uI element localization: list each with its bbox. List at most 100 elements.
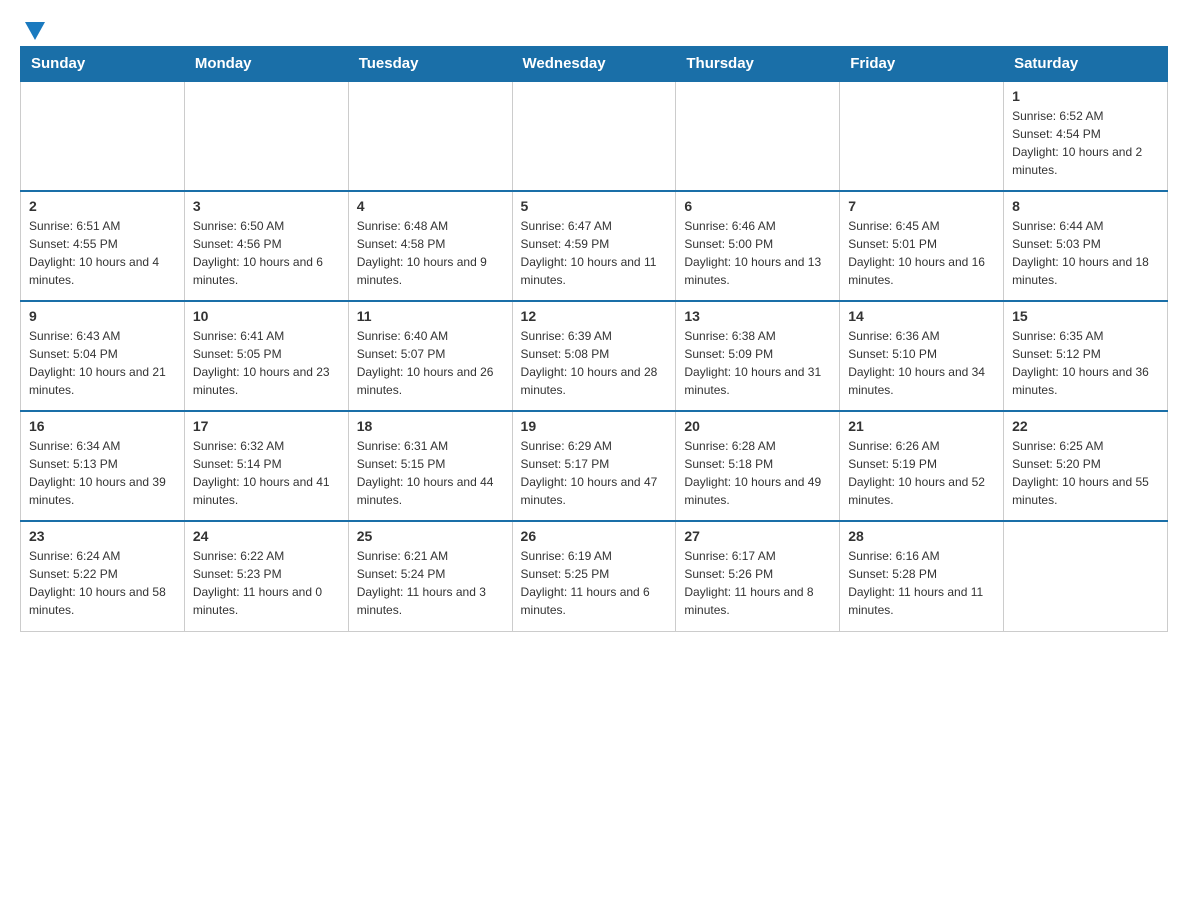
day-number: 8 — [1012, 198, 1159, 214]
day-number: 2 — [29, 198, 176, 214]
day-info: Sunrise: 6:19 AMSunset: 5:25 PMDaylight:… — [521, 547, 668, 619]
calendar-cell: 8 Sunrise: 6:44 AMSunset: 5:03 PMDaylight… — [1004, 191, 1168, 301]
calendar-cell: 22 Sunrise: 6:25 AMSunset: 5:20 PMDayligh… — [1004, 411, 1168, 521]
day-info: Sunrise: 6:32 AMSunset: 5:14 PMDaylight:… — [193, 437, 340, 509]
day-info: Sunrise: 6:26 AMSunset: 5:19 PMDaylight:… — [848, 437, 995, 509]
calendar-cell: 26 Sunrise: 6:19 AMSunset: 5:25 PMDayligh… — [512, 521, 676, 631]
calendar-cell: 23 Sunrise: 6:24 AMSunset: 5:22 PMDayligh… — [21, 521, 185, 631]
calendar-cell: 2 Sunrise: 6:51 AMSunset: 4:55 PMDaylight… — [21, 191, 185, 301]
calendar-cell — [512, 81, 676, 191]
calendar-table: SundayMondayTuesdayWednesdayThursdayFrid… — [20, 46, 1168, 632]
calendar-cell — [1004, 521, 1168, 631]
day-number: 15 — [1012, 308, 1159, 324]
calendar-cell: 25 Sunrise: 6:21 AMSunset: 5:24 PMDayligh… — [348, 521, 512, 631]
day-info: Sunrise: 6:47 AMSunset: 4:59 PMDaylight:… — [521, 217, 668, 289]
calendar-cell: 19 Sunrise: 6:29 AMSunset: 5:17 PMDayligh… — [512, 411, 676, 521]
calendar-cell: 20 Sunrise: 6:28 AMSunset: 5:18 PMDayligh… — [676, 411, 840, 521]
calendar-cell: 6 Sunrise: 6:46 AMSunset: 5:00 PMDaylight… — [676, 191, 840, 301]
day-info: Sunrise: 6:29 AMSunset: 5:17 PMDaylight:… — [521, 437, 668, 509]
day-number: 18 — [357, 418, 504, 434]
day-info: Sunrise: 6:24 AMSunset: 5:22 PMDaylight:… — [29, 547, 176, 619]
day-number: 20 — [684, 418, 831, 434]
calendar-cell: 11 Sunrise: 6:40 AMSunset: 5:07 PMDayligh… — [348, 301, 512, 411]
day-info: Sunrise: 6:17 AMSunset: 5:26 PMDaylight:… — [684, 547, 831, 619]
weekday-header-thursday: Thursday — [676, 47, 840, 82]
calendar-cell: 15 Sunrise: 6:35 AMSunset: 5:12 PMDayligh… — [1004, 301, 1168, 411]
calendar-cell: 18 Sunrise: 6:31 AMSunset: 5:15 PMDayligh… — [348, 411, 512, 521]
calendar-cell: 24 Sunrise: 6:22 AMSunset: 5:23 PMDayligh… — [184, 521, 348, 631]
day-info: Sunrise: 6:36 AMSunset: 5:10 PMDaylight:… — [848, 327, 995, 399]
weekday-header-tuesday: Tuesday — [348, 47, 512, 82]
calendar-cell — [21, 81, 185, 191]
day-info: Sunrise: 6:21 AMSunset: 5:24 PMDaylight:… — [357, 547, 504, 619]
day-info: Sunrise: 6:22 AMSunset: 5:23 PMDaylight:… — [193, 547, 340, 619]
day-info: Sunrise: 6:52 AMSunset: 4:54 PMDaylight:… — [1012, 107, 1159, 179]
weekday-header-saturday: Saturday — [1004, 47, 1168, 82]
day-number: 24 — [193, 528, 340, 544]
day-info: Sunrise: 6:44 AMSunset: 5:03 PMDaylight:… — [1012, 217, 1159, 289]
calendar-cell: 5Sunrise: 6:47 AMSunset: 4:59 PMDaylight… — [512, 191, 676, 301]
day-number: 11 — [357, 308, 504, 324]
day-info: Sunrise: 6:31 AMSunset: 5:15 PMDaylight:… — [357, 437, 504, 509]
day-number: 6 — [684, 198, 831, 214]
weekday-header-row: SundayMondayTuesdayWednesdayThursdayFrid… — [21, 47, 1168, 82]
day-info: Sunrise: 6:25 AMSunset: 5:20 PMDaylight:… — [1012, 437, 1159, 509]
calendar-cell: 3 Sunrise: 6:50 AMSunset: 4:56 PMDaylight… — [184, 191, 348, 301]
calendar-cell: 9Sunrise: 6:43 AMSunset: 5:04 PMDaylight… — [21, 301, 185, 411]
day-info: Sunrise: 6:50 AMSunset: 4:56 PMDaylight:… — [193, 217, 340, 289]
day-number: 13 — [684, 308, 831, 324]
logo-triangle-icon — [21, 16, 49, 44]
calendar-cell: 12 Sunrise: 6:39 AMSunset: 5:08 PMDayligh… — [512, 301, 676, 411]
day-info: Sunrise: 6:46 AMSunset: 5:00 PMDaylight:… — [684, 217, 831, 289]
day-info: Sunrise: 6:41 AMSunset: 5:05 PMDaylight:… — [193, 327, 340, 399]
day-number: 17 — [193, 418, 340, 434]
day-info: Sunrise: 6:35 AMSunset: 5:12 PMDaylight:… — [1012, 327, 1159, 399]
day-info: Sunrise: 6:28 AMSunset: 5:18 PMDaylight:… — [684, 437, 831, 509]
day-info: Sunrise: 6:34 AMSunset: 5:13 PMDaylight:… — [29, 437, 176, 509]
calendar-cell: 1 Sunrise: 6:52 AMSunset: 4:54 PMDaylight… — [1004, 81, 1168, 191]
day-number: 22 — [1012, 418, 1159, 434]
calendar-cell — [348, 81, 512, 191]
day-number: 28 — [848, 528, 995, 544]
day-info: Sunrise: 6:51 AMSunset: 4:55 PMDaylight:… — [29, 217, 176, 289]
calendar-cell: 28 Sunrise: 6:16 AMSunset: 5:28 PMDayligh… — [840, 521, 1004, 631]
day-info: Sunrise: 6:39 AMSunset: 5:08 PMDaylight:… — [521, 327, 668, 399]
day-info: Sunrise: 6:16 AMSunset: 5:28 PMDaylight:… — [848, 547, 995, 619]
day-number: 3 — [193, 198, 340, 214]
calendar-cell — [676, 81, 840, 191]
calendar-week-row: 9Sunrise: 6:43 AMSunset: 5:04 PMDaylight… — [21, 301, 1168, 411]
day-number: 1 — [1012, 88, 1159, 104]
calendar-cell: 13 Sunrise: 6:38 AMSunset: 5:09 PMDayligh… — [676, 301, 840, 411]
calendar-cell: 14 Sunrise: 6:36 AMSunset: 5:10 PMDayligh… — [840, 301, 1004, 411]
day-number: 25 — [357, 528, 504, 544]
calendar-cell: 10 Sunrise: 6:41 AMSunset: 5:05 PMDayligh… — [184, 301, 348, 411]
calendar-cell: 17 Sunrise: 6:32 AMSunset: 5:14 PMDayligh… — [184, 411, 348, 521]
day-number: 12 — [521, 308, 668, 324]
day-number: 10 — [193, 308, 340, 324]
day-info: Sunrise: 6:48 AMSunset: 4:58 PMDaylight:… — [357, 217, 504, 289]
day-number: 16 — [29, 418, 176, 434]
weekday-header-sunday: Sunday — [21, 47, 185, 82]
day-number: 9 — [29, 308, 176, 324]
day-number: 27 — [684, 528, 831, 544]
calendar-cell: 7 Sunrise: 6:45 AMSunset: 5:01 PMDaylight… — [840, 191, 1004, 301]
day-number: 19 — [521, 418, 668, 434]
day-number: 4 — [357, 198, 504, 214]
weekday-header-friday: Friday — [840, 47, 1004, 82]
day-info: Sunrise: 6:40 AMSunset: 5:07 PMDaylight:… — [357, 327, 504, 399]
day-number: 21 — [848, 418, 995, 434]
weekday-header-monday: Monday — [184, 47, 348, 82]
calendar-week-row: 2 Sunrise: 6:51 AMSunset: 4:55 PMDaylight… — [21, 191, 1168, 301]
calendar-cell: 16 Sunrise: 6:34 AMSunset: 5:13 PMDayligh… — [21, 411, 185, 521]
calendar-week-row: 1 Sunrise: 6:52 AMSunset: 4:54 PMDaylight… — [21, 81, 1168, 191]
page-header — [20, 20, 1168, 36]
day-number: 14 — [848, 308, 995, 324]
day-info: Sunrise: 6:45 AMSunset: 5:01 PMDaylight:… — [848, 217, 995, 289]
day-number: 7 — [848, 198, 995, 214]
calendar-cell — [184, 81, 348, 191]
day-info: Sunrise: 6:38 AMSunset: 5:09 PMDaylight:… — [684, 327, 831, 399]
calendar-week-row: 23 Sunrise: 6:24 AMSunset: 5:22 PMDayligh… — [21, 521, 1168, 631]
day-number: 23 — [29, 528, 176, 544]
day-number: 26 — [521, 528, 668, 544]
calendar-cell — [840, 81, 1004, 191]
